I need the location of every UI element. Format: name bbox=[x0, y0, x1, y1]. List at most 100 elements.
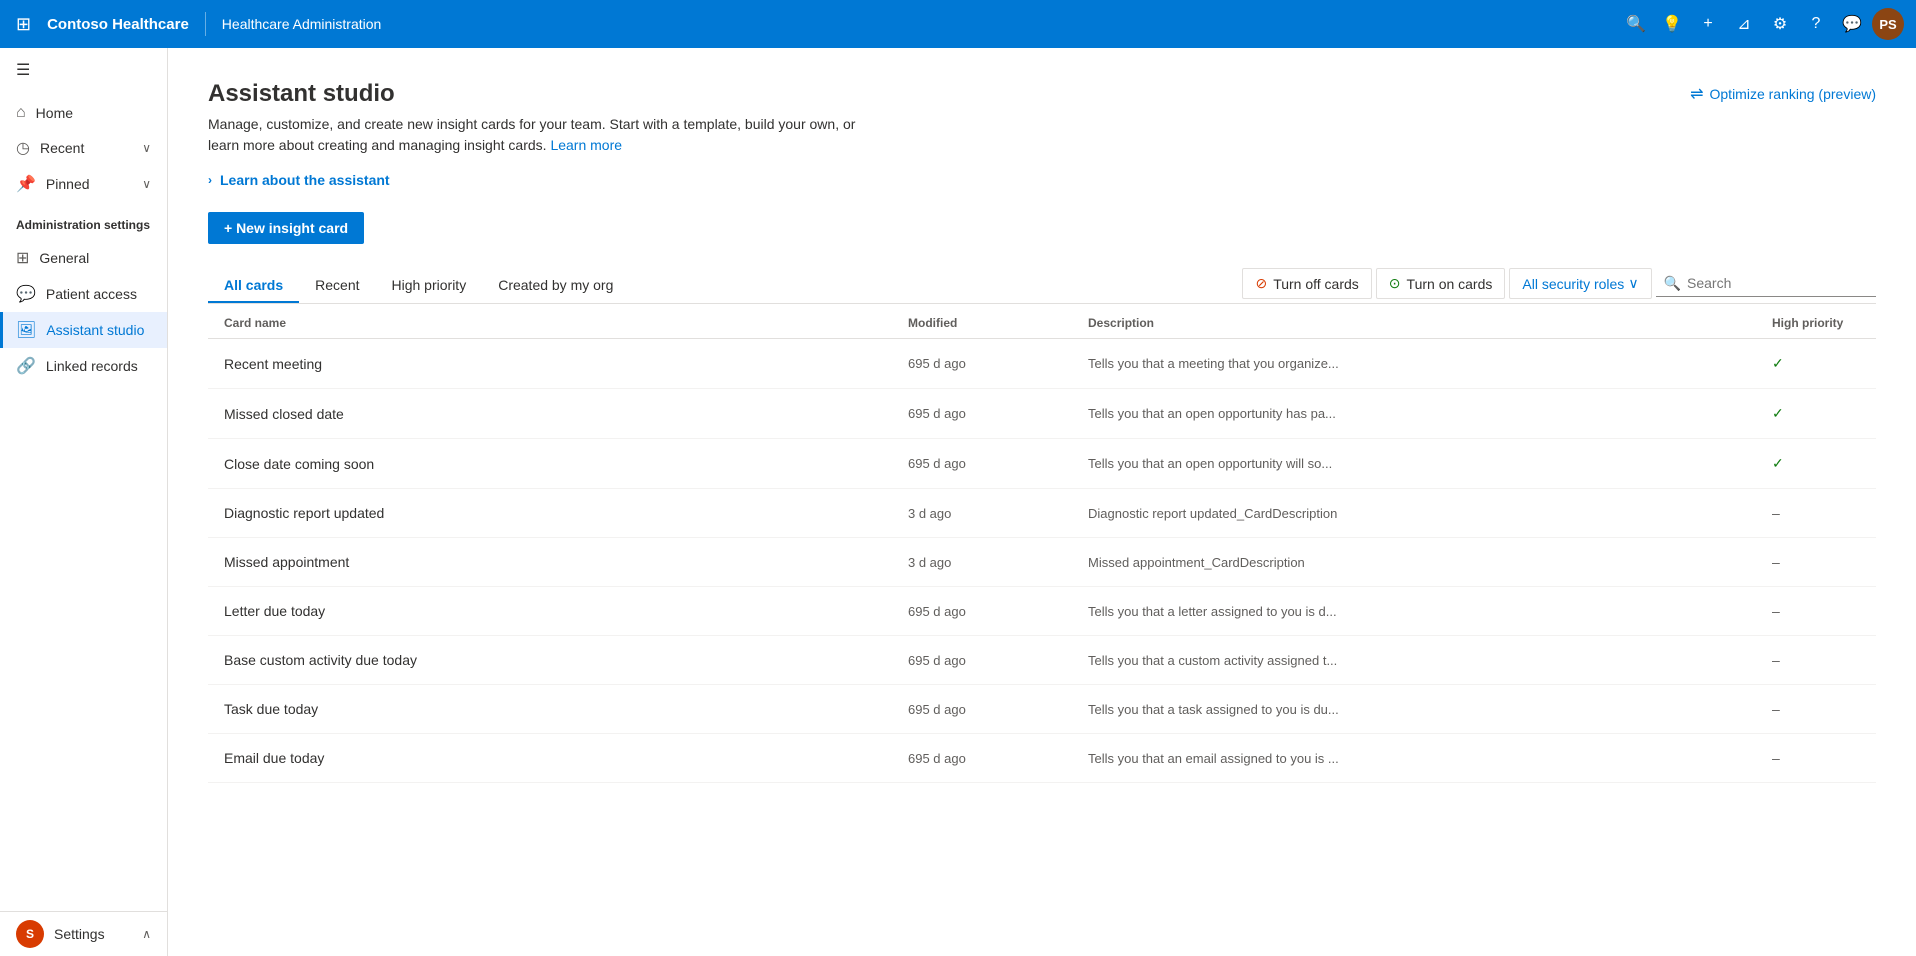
modified-cell: 695 d ago bbox=[892, 592, 1072, 631]
modified-cell: 3 d ago bbox=[892, 494, 1072, 533]
help-icon-btn[interactable]: ? bbox=[1800, 8, 1832, 40]
tab-high-priority[interactable]: High priority bbox=[376, 269, 483, 303]
add-icon-btn[interactable]: + bbox=[1692, 8, 1724, 40]
hamburger-button[interactable]: ☰ bbox=[0, 48, 167, 92]
linked-records-icon: 🔗 bbox=[16, 356, 36, 376]
sidebar-item-home[interactable]: ⌂ Home bbox=[0, 96, 167, 130]
page-header-left: Assistant studio Manage, customize, and … bbox=[208, 80, 888, 156]
settings-avatar: S bbox=[16, 920, 44, 948]
description-cell: Tells you that a meeting that you organi… bbox=[1072, 344, 1372, 383]
description-cell: Tells you that an email assigned to you … bbox=[1072, 739, 1372, 778]
table-row[interactable]: Email due today 695 d ago Tells you that… bbox=[208, 734, 1876, 783]
table-row[interactable]: Missed appointment 3 d ago Missed appoin… bbox=[208, 538, 1876, 587]
main-content: Assistant studio Manage, customize, and … bbox=[168, 48, 1916, 956]
assistant-studio-icon: 🖼 bbox=[16, 320, 36, 340]
sidebar-item-linked-records[interactable]: 🔗 Linked records bbox=[0, 348, 167, 384]
sidebar-pinned-label: Pinned bbox=[46, 176, 90, 192]
description-cell: Tells you that a letter assigned to you … bbox=[1072, 592, 1372, 631]
priority-cell: – bbox=[1756, 542, 1876, 582]
page-header: Assistant studio Manage, customize, and … bbox=[208, 80, 1876, 156]
general-icon: ⊞ bbox=[16, 248, 29, 268]
security-roles-chevron-icon: ∨ bbox=[1628, 275, 1638, 292]
check-icon: ✓ bbox=[1772, 355, 1784, 371]
sidebar-item-general[interactable]: ⊞ General bbox=[0, 240, 167, 276]
topbar: ⊞ Contoso Healthcare Healthcare Administ… bbox=[0, 0, 1916, 48]
dash-icon: – bbox=[1772, 701, 1780, 717]
table-row[interactable]: Recent meeting 695 d ago Tells you that … bbox=[208, 339, 1876, 389]
dash-icon: – bbox=[1772, 554, 1780, 570]
tabs-row: All cards Recent High priority Created b… bbox=[208, 268, 1876, 304]
table-row[interactable]: Missed closed date 695 d ago Tells you t… bbox=[208, 389, 1876, 439]
turn-off-cards-button[interactable]: ⊘ Turn off cards bbox=[1242, 268, 1371, 299]
recent-chevron-icon: ∨ bbox=[142, 141, 151, 155]
pinned-chevron-icon: ∨ bbox=[142, 177, 151, 191]
cards-table: Card name Modified Description High prio… bbox=[208, 304, 1876, 783]
new-insight-card-button[interactable]: + New insight card bbox=[208, 212, 364, 244]
settings-icon-btn[interactable]: ⚙ bbox=[1764, 8, 1796, 40]
modified-cell: 695 d ago bbox=[892, 344, 1072, 383]
priority-cell: – bbox=[1756, 591, 1876, 631]
card-name-cell: Base custom activity due today bbox=[208, 640, 892, 680]
learn-assistant-section[interactable]: › Learn about the assistant bbox=[208, 172, 1876, 188]
search-icon-btn[interactable]: 🔍 bbox=[1620, 8, 1652, 40]
modified-cell: 695 d ago bbox=[892, 690, 1072, 729]
description-cell: Tells you that a task assigned to you is… bbox=[1072, 690, 1372, 729]
card-name-cell: Missed appointment bbox=[208, 542, 892, 582]
priority-cell: ✓ bbox=[1756, 343, 1876, 384]
col-header-modified: Modified bbox=[892, 316, 1072, 330]
dash-icon: – bbox=[1772, 750, 1780, 766]
table-row[interactable]: Letter due today 695 d ago Tells you tha… bbox=[208, 587, 1876, 636]
description-cell: Tells you that an open opportunity has p… bbox=[1072, 394, 1372, 433]
priority-cell: ✓ bbox=[1756, 393, 1876, 434]
sidebar-item-recent[interactable]: ◷ Recent ∨ bbox=[0, 130, 167, 166]
table-row[interactable]: Task due today 695 d ago Tells you that … bbox=[208, 685, 1876, 734]
optimize-ranking-button[interactable]: ⇌ Optimize ranking (preview) bbox=[1690, 80, 1876, 104]
sidebar-patient-label: Patient access bbox=[46, 286, 137, 302]
table-row[interactable]: Close date coming soon 695 d ago Tells y… bbox=[208, 439, 1876, 489]
sidebar-nav: ⌂ Home ◷ Recent ∨ 📌 Pinned ∨ bbox=[0, 92, 167, 206]
modified-cell: 695 d ago bbox=[892, 394, 1072, 433]
settings-label: Settings bbox=[54, 926, 105, 942]
card-name-cell: Diagnostic report updated bbox=[208, 493, 892, 533]
filter-icon-btn[interactable]: ⊿ bbox=[1728, 8, 1760, 40]
admin-section-header: Administration settings bbox=[0, 206, 167, 236]
home-icon: ⌂ bbox=[16, 104, 26, 122]
sidebar: ☰ ⌂ Home ◷ Recent ∨ 📌 Pinned ∨ Administr… bbox=[0, 48, 168, 956]
sidebar-item-assistant-studio[interactable]: 🖼 Assistant studio bbox=[0, 312, 167, 348]
settings-chevron-icon: ∧ bbox=[142, 927, 151, 941]
card-name-cell: Recent meeting bbox=[208, 344, 892, 384]
app-name: Contoso Healthcare bbox=[47, 16, 189, 33]
tab-created-by-org[interactable]: Created by my org bbox=[482, 269, 629, 303]
learn-more-link[interactable]: Learn more bbox=[550, 137, 622, 153]
tab-all-cards[interactable]: All cards bbox=[208, 269, 299, 303]
card-name-cell: Missed closed date bbox=[208, 394, 892, 434]
priority-cell: – bbox=[1756, 640, 1876, 680]
col-header-card-name: Card name bbox=[208, 316, 892, 330]
turn-on-cards-button[interactable]: ⊙ Turn on cards bbox=[1376, 268, 1506, 299]
topbar-right: 🔍 💡 + ⊿ ⚙ ? 💬 PS bbox=[1620, 8, 1904, 40]
sidebar-item-patient-access[interactable]: 💬 Patient access bbox=[0, 276, 167, 312]
card-name-cell: Close date coming soon bbox=[208, 444, 892, 484]
table-row[interactable]: Diagnostic report updated 3 d ago Diagno… bbox=[208, 489, 1876, 538]
chat-icon-btn[interactable]: 💬 bbox=[1836, 8, 1868, 40]
tab-recent[interactable]: Recent bbox=[299, 269, 375, 303]
patient-access-icon: 💬 bbox=[16, 284, 36, 304]
main-layout: ☰ ⌂ Home ◷ Recent ∨ 📌 Pinned ∨ Administr… bbox=[0, 48, 1916, 956]
lightbulb-icon-btn[interactable]: 💡 bbox=[1656, 8, 1688, 40]
grid-icon[interactable]: ⊞ bbox=[12, 10, 35, 39]
check-icon: ✓ bbox=[1772, 405, 1784, 421]
priority-cell: ✓ bbox=[1756, 443, 1876, 484]
description-cell: Tells you that a custom activity assigne… bbox=[1072, 641, 1372, 680]
dash-icon: – bbox=[1772, 603, 1780, 619]
table-row[interactable]: Base custom activity due today 695 d ago… bbox=[208, 636, 1876, 685]
priority-cell: – bbox=[1756, 493, 1876, 533]
security-roles-button[interactable]: All security roles ∨ bbox=[1509, 268, 1651, 299]
sidebar-item-pinned[interactable]: 📌 Pinned ∨ bbox=[0, 166, 167, 202]
search-box[interactable]: 🔍 bbox=[1656, 271, 1876, 297]
user-avatar[interactable]: PS bbox=[1872, 8, 1904, 40]
search-input[interactable] bbox=[1687, 275, 1868, 291]
check-icon: ✓ bbox=[1772, 455, 1784, 471]
sidebar-bottom-settings[interactable]: S Settings ∧ bbox=[0, 911, 167, 956]
learn-chevron-icon: › bbox=[208, 173, 212, 187]
tab-actions: ⊘ Turn off cards ⊙ Turn on cards All sec… bbox=[1242, 268, 1876, 303]
